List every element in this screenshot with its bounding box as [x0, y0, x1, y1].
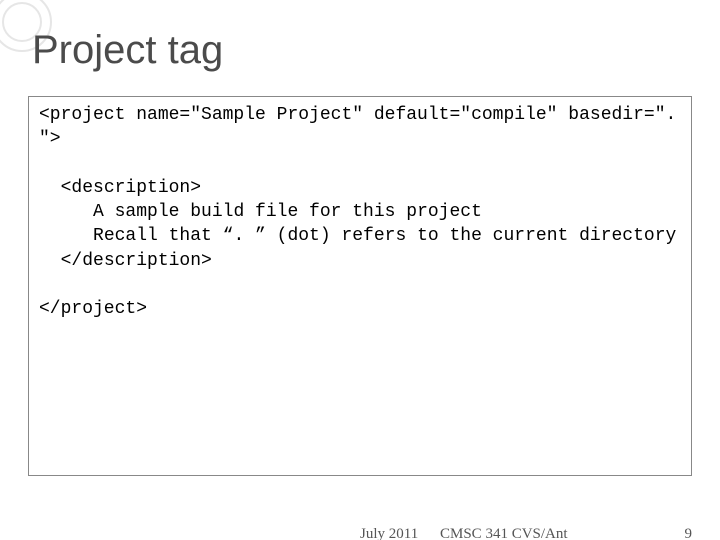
code-block: <project name="Sample Project" default="… [28, 96, 692, 476]
code-line: <project name="Sample Project" default="… [39, 105, 687, 149]
code-line: Recall that “. ” (dot) refers to the cur… [39, 226, 676, 246]
slide-title: Project tag [32, 28, 223, 73]
footer-date: July 2011 [360, 526, 418, 540]
code-line: <description> [39, 178, 201, 198]
footer-course: CMSC 341 CVS/Ant [440, 526, 568, 540]
code-line: A sample build file for this project [39, 202, 482, 222]
footer-page-number: 9 [685, 526, 693, 540]
slide: Project tag <project name="Sample Projec… [0, 0, 720, 540]
code-content: <project name="Sample Project" default="… [39, 103, 681, 322]
code-line: </description> [39, 251, 212, 271]
code-line: </project> [39, 299, 147, 319]
